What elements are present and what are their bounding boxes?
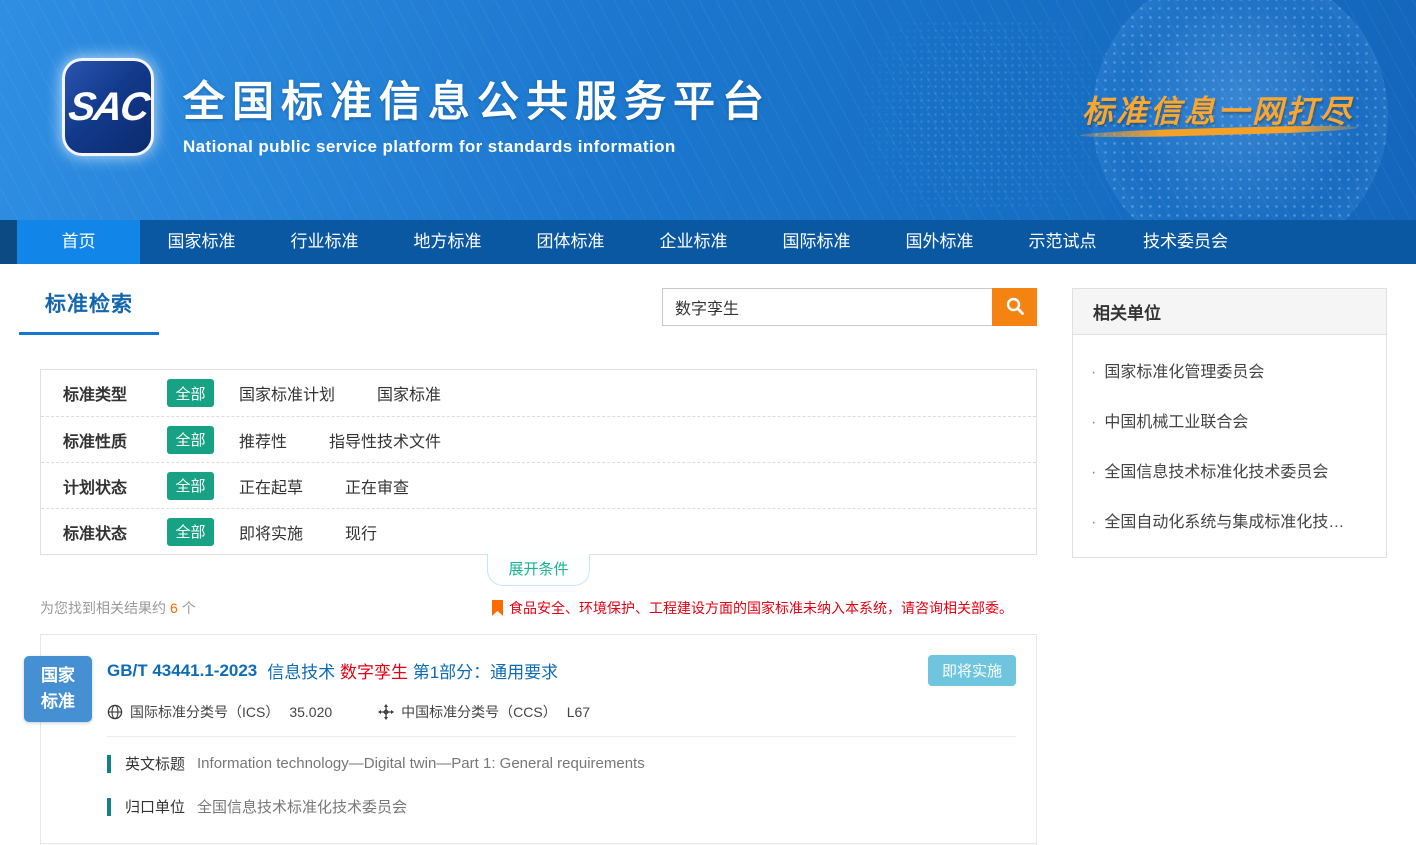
row-marker bbox=[107, 755, 111, 773]
nav-item-pilot[interactable]: 示范试点 bbox=[1001, 220, 1124, 264]
content-area: 标准检索 标准类型 全部 国家标准计划 国家标准 bbox=[0, 264, 1416, 845]
header-banner: SAC 全国标准信息公共服务平台 National public service… bbox=[0, 0, 1416, 220]
site-title: 全国标准信息公共服务平台 bbox=[183, 68, 771, 129]
filter-option[interactable]: 即将实施 bbox=[239, 520, 303, 544]
ics-value: 35.020 bbox=[289, 704, 332, 720]
nav-item-enterprise-standards[interactable]: 企业标准 bbox=[632, 220, 755, 264]
nav-item-group-standards[interactable]: 团体标准 bbox=[509, 220, 632, 264]
filter-all-button[interactable]: 全部 bbox=[167, 518, 214, 546]
search-term-highlight: 数字孪生 bbox=[340, 663, 408, 682]
nav-item-international-standards[interactable]: 国际标准 bbox=[755, 220, 878, 264]
globe-icon bbox=[107, 704, 123, 720]
row-marker bbox=[107, 798, 111, 816]
nav-item-national-standards[interactable]: 国家标准 bbox=[140, 220, 263, 264]
ccs-classification: 中国标准分类号（CCS） L67 bbox=[378, 702, 590, 722]
system-notice: 食品安全、环境保护、工程建设方面的国家标准未纳入本系统，请咨询相关部委。 bbox=[492, 598, 1013, 618]
sidebar-item-automation-systems-committee[interactable]: ·全国自动化系统与集成标准化技… bbox=[1091, 495, 1368, 545]
filter-label: 标准性质 bbox=[63, 428, 167, 452]
filter-all-button[interactable]: 全部 bbox=[167, 426, 214, 454]
filter-option[interactable]: 指导性技术文件 bbox=[329, 428, 441, 452]
expand-conditions-button[interactable]: 展开条件 bbox=[487, 554, 589, 586]
sidebar-item-it-standardization-committee[interactable]: ·全国信息技术标准化技术委员会 bbox=[1091, 445, 1368, 495]
english-title-value: Information technology—Digital twin—Part… bbox=[197, 755, 645, 772]
page-title: 标准检索 bbox=[45, 293, 133, 316]
nav-item-home[interactable]: 首页 bbox=[17, 220, 140, 264]
filter-label: 标准状态 bbox=[63, 520, 167, 544]
filter-all-button[interactable]: 全部 bbox=[167, 379, 214, 407]
centralized-unit-value: 全国信息技术标准化技术委员会 bbox=[197, 796, 407, 817]
result-count-number: 6 bbox=[166, 600, 182, 616]
nav-item-local-standards[interactable]: 地方标准 bbox=[386, 220, 509, 264]
search-input[interactable] bbox=[662, 288, 992, 326]
search-button[interactable] bbox=[992, 288, 1037, 326]
related-units-panel: 相关单位 ·国家标准化管理委员会 ·中国机械工业联合会 ·全国信息技术标准化技术… bbox=[1072, 288, 1387, 558]
bookmark-icon bbox=[492, 600, 503, 616]
filter-row-standard-nature: 标准性质 全部 推荐性 指导性技术文件 bbox=[41, 416, 1036, 462]
slogan-text: 标准信息一网打尽 bbox=[1082, 86, 1354, 131]
sac-logo: SAC bbox=[62, 58, 154, 156]
standard-code-link[interactable]: GB/T 43441.1-2023 bbox=[107, 661, 257, 681]
filter-option[interactable]: 正在审查 bbox=[345, 474, 409, 498]
sidebar-item-machinery-federation[interactable]: ·中国机械工业联合会 bbox=[1091, 395, 1368, 445]
filter-label: 计划状态 bbox=[63, 474, 167, 498]
ccs-value: L67 bbox=[567, 704, 590, 720]
national-standard-badge: 国家 标准 bbox=[24, 656, 92, 722]
result-count: 为您找到相关结果约6个 bbox=[40, 598, 196, 618]
notice-text: 食品安全、环境保护、工程建设方面的国家标准未纳入本系统，请咨询相关部委。 bbox=[509, 598, 1013, 618]
sac-logo-text: SAC bbox=[66, 85, 151, 130]
nav-item-industry-standards[interactable]: 行业标准 bbox=[263, 220, 386, 264]
nav-item-technical-committee[interactable]: 技术委员会 bbox=[1124, 220, 1247, 264]
filter-option[interactable]: 国家标准计划 bbox=[239, 381, 335, 405]
main-nav: 首页 国家标准 行业标准 地方标准 团体标准 企业标准 国际标准 国外标准 示范… bbox=[0, 220, 1416, 264]
compass-icon bbox=[378, 704, 394, 720]
main-column: 标准检索 标准类型 全部 国家标准计划 国家标准 bbox=[40, 288, 1037, 845]
search-icon bbox=[1005, 296, 1025, 319]
status-badge: 即将实施 bbox=[928, 655, 1016, 686]
filter-all-button[interactable]: 全部 bbox=[167, 472, 214, 500]
centralized-unit-row: 归口单位 全国信息技术标准化技术委员会 bbox=[107, 796, 1016, 817]
result-card: 国家 标准 GB/T 43441.1-2023 信息技术 数字孪生 第1部分：通… bbox=[40, 634, 1037, 845]
sidebar-title: 相关单位 bbox=[1093, 304, 1161, 323]
filter-row-standard-status: 标准状态 全部 即将实施 现行 bbox=[41, 508, 1036, 554]
nav-left-strip bbox=[0, 220, 17, 264]
filter-option[interactable]: 国家标准 bbox=[377, 381, 441, 405]
sidebar-header: 相关单位 bbox=[1073, 289, 1386, 335]
ics-classification: 国际标准分类号（ICS） 35.020 bbox=[107, 702, 332, 722]
nav-item-foreign-standards[interactable]: 国外标准 bbox=[878, 220, 1001, 264]
english-title-row: 英文标题 Information technology—Digital twin… bbox=[107, 753, 1016, 774]
filter-label: 标准类型 bbox=[63, 381, 167, 405]
filter-row-standard-type: 标准类型 全部 国家标准计划 国家标准 bbox=[41, 370, 1036, 416]
filter-option[interactable]: 推荐性 bbox=[239, 428, 287, 452]
filter-panel: 标准类型 全部 国家标准计划 国家标准 标准性质 全部 推荐性 指导性技术文件 … bbox=[40, 369, 1037, 555]
filter-row-plan-status: 计划状态 全部 正在起草 正在审查 bbox=[41, 462, 1036, 508]
filter-option[interactable]: 现行 bbox=[345, 520, 377, 544]
standard-title-link[interactable]: 信息技术 数字孪生 第1部分：通用要求 bbox=[267, 658, 558, 683]
sidebar-item-sac[interactable]: ·国家标准化管理委员会 bbox=[1091, 345, 1368, 395]
section-tab-standard-search: 标准检索 bbox=[19, 288, 159, 335]
filter-option[interactable]: 正在起草 bbox=[239, 474, 303, 498]
site-subtitle: National public service platform for sta… bbox=[183, 137, 771, 157]
